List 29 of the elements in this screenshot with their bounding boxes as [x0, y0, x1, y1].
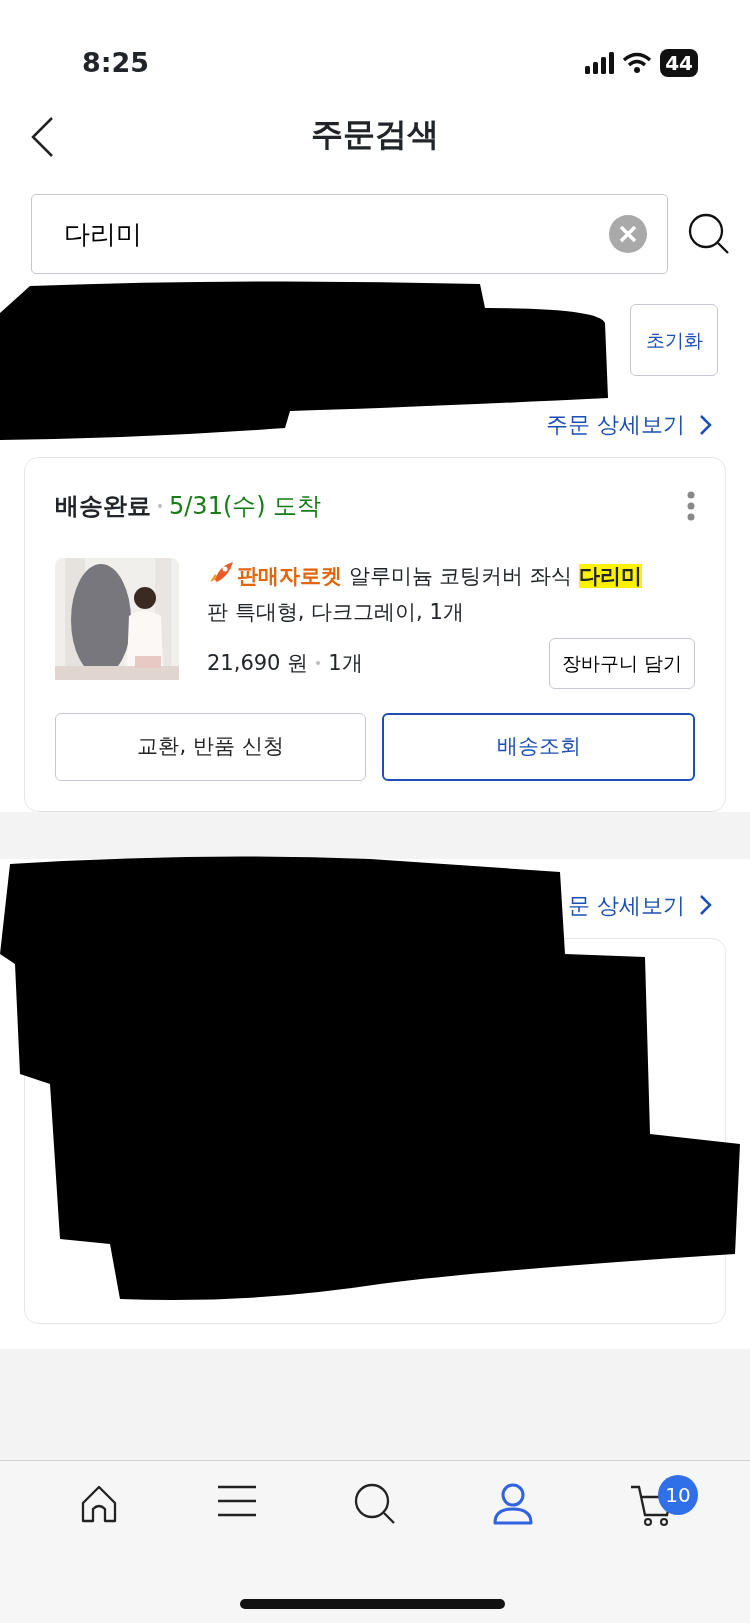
separator-dot [158, 504, 162, 508]
cart-count-badge: 10 [658, 1475, 698, 1515]
return-exchange-button[interactable]: 교환, 반품 신청 [55, 712, 366, 781]
back-icon[interactable] [30, 116, 54, 158]
chevron-icon [699, 413, 712, 436]
product-name: 판매자로켓 알루미늄 코팅커버 좌식 다리미 판 특대형, 다크그레이, 1개 [207, 558, 695, 630]
product-price: 21,690 원 [207, 649, 309, 677]
add-to-cart-button[interactable]: 장바구니 담기 [548, 638, 695, 689]
search-icon[interactable] [354, 1483, 396, 1525]
profile-icon[interactable] [492, 1483, 534, 1525]
page-title: 주문검색 [311, 114, 439, 154]
signal-icon [585, 52, 615, 74]
more-icon[interactable] [687, 491, 695, 521]
delivery-status: 배송완료 [55, 491, 151, 522]
order-detail-link[interactable]: 문 상세보기 [568, 886, 726, 938]
track-delivery-button[interactable]: 배송조회 [382, 712, 695, 781]
product-quantity: 1개 [328, 649, 363, 677]
search-box[interactable]: 다리미 [31, 194, 668, 274]
arrival-date: 5/31(수) 도착 [169, 491, 322, 522]
home-icon[interactable] [79, 1483, 119, 1525]
reset-button[interactable]: 초기화 [630, 304, 718, 376]
search-icon[interactable] [688, 213, 730, 255]
wifi-icon [622, 52, 653, 74]
order-detail-link[interactable]: 주문 상세보기 [546, 406, 726, 457]
search-field[interactable]: 다리미 [62, 213, 609, 255]
menu-icon[interactable] [216, 1483, 258, 1519]
status-time: 8:25 [82, 45, 150, 80]
chevron-icon [699, 894, 712, 916]
battery-level: 44 [660, 49, 698, 77]
